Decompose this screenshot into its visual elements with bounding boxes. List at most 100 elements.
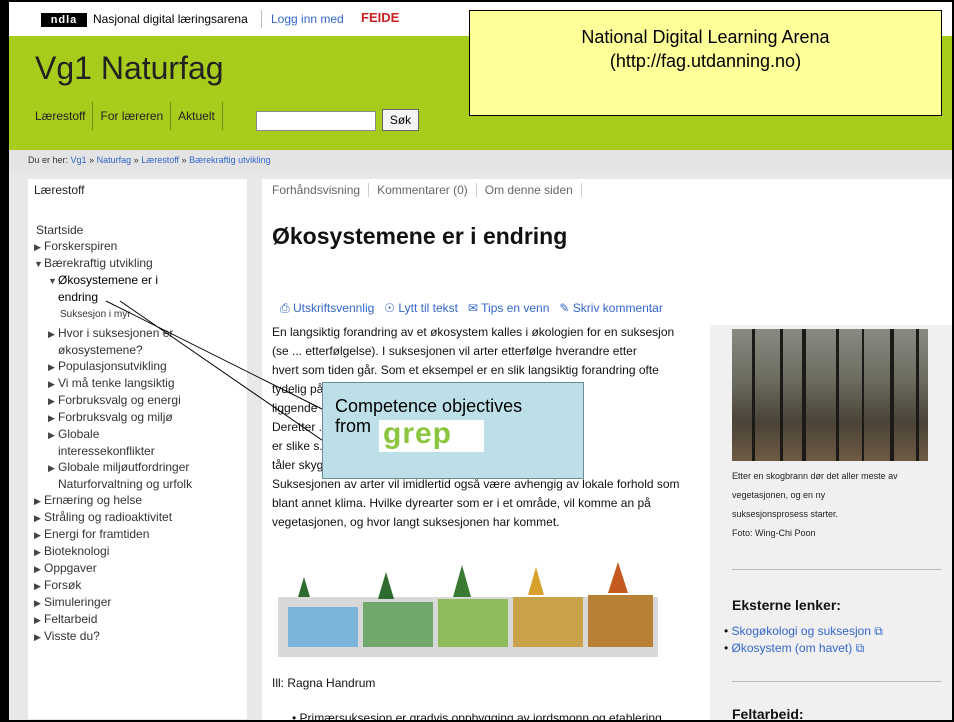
sidebar-item[interactable]: Naturforvaltning og urfolk bbox=[34, 476, 192, 492]
sidebar-item-label: Forskerspiren bbox=[44, 239, 118, 253]
triangle-down-icon: ▼ bbox=[34, 259, 43, 269]
illustration-caption: Ill: Ragna Handrum bbox=[272, 676, 376, 690]
listen-link[interactable]: ☉ Lytt til tekst bbox=[384, 301, 458, 316]
sidebar-item[interactable]: interessekonflikter bbox=[34, 443, 192, 459]
sidebar-item[interactable]: ▶ Simuleringer bbox=[34, 594, 192, 611]
triangle-right-icon: ▶ bbox=[34, 615, 41, 625]
sidebar-item[interactable]: ▶ Ernæring og helse bbox=[34, 492, 192, 509]
mail-icon: ✉ bbox=[467, 301, 482, 315]
sidebar-item-label: Visste du? bbox=[44, 629, 100, 643]
triangle-right-icon: ▶ bbox=[48, 329, 55, 339]
sidebar-item[interactable]: ▶ Forskerspiren bbox=[34, 238, 192, 255]
sidebar-item-label: Globale bbox=[58, 427, 100, 441]
sidebar-item[interactable]: ▶ Forbruksvalg og energi bbox=[34, 392, 192, 409]
list-item: • Primærsuksesjon er gradvis oppbygging … bbox=[292, 711, 662, 722]
sidebar-item-label: Suksesjon i myr bbox=[60, 309, 131, 320]
feide-logo[interactable]: FEIDE bbox=[361, 10, 399, 25]
sidebar-item[interactable]: ▼Økosystemene er i bbox=[34, 272, 192, 289]
sidebar-item[interactable]: ▶ Visste du? bbox=[34, 628, 192, 645]
page-title[interactable]: Vg1 Naturfag bbox=[35, 50, 224, 87]
sidebar-item-label: Naturforvaltning og urfolk bbox=[58, 477, 193, 491]
sidebar-item[interactable]: ▶ Oppgaver bbox=[34, 560, 192, 577]
breadcrumb-sep: » bbox=[133, 155, 139, 165]
sidebar-item-label: endring bbox=[58, 290, 99, 304]
nav-item-for-laereren[interactable]: For læreren bbox=[93, 109, 170, 123]
sidebar-item[interactable]: ▶ Hvor i suksesjonen er bbox=[34, 325, 192, 342]
triangle-right-icon: ▶ bbox=[48, 463, 55, 473]
print-link[interactable]: ⎙ Utskriftsvennlig bbox=[280, 301, 374, 316]
comment-link[interactable]: ✎ Skriv kommentar bbox=[559, 301, 662, 316]
triangle-right-icon: ▶ bbox=[34, 513, 41, 523]
search-button[interactable]: Søk bbox=[382, 109, 419, 131]
ndla-logo[interactable]: ndla bbox=[41, 13, 87, 27]
sidebar-item[interactable]: Suksesjon i myr bbox=[34, 305, 192, 325]
sidebar-item[interactable]: ▶ Forsøk bbox=[34, 577, 192, 594]
breadcrumb-link[interactable]: Bærekraftig utvikling bbox=[189, 155, 271, 165]
site-name: Nasjonal digital læringsarena bbox=[93, 12, 248, 26]
triangle-right-icon: ▶ bbox=[34, 242, 41, 252]
tab-about[interactable]: Om denne siden bbox=[477, 183, 582, 197]
external-link-icon: ⧉ bbox=[852, 641, 865, 655]
sidebar-item-label: Forbruksvalg og energi bbox=[58, 393, 181, 407]
nav-item-aktuelt[interactable]: Aktuelt bbox=[171, 109, 222, 123]
sidebar-item-label: Populasjonsutvikling bbox=[58, 359, 167, 373]
sidebar-item[interactable]: ▶ Globale bbox=[34, 426, 192, 443]
triangle-right-icon: ▶ bbox=[48, 430, 55, 440]
breadcrumb-link[interactable]: Naturfag bbox=[97, 155, 132, 165]
login-link[interactable]: Logg inn med bbox=[271, 12, 344, 26]
article-line: En langsiktig forandring av et økosystem… bbox=[272, 325, 675, 339]
triangle-right-icon: ▶ bbox=[48, 413, 55, 423]
sidebar: Lærestoff Startside ▶ Forskerspiren ▼Bærekr… bbox=[28, 179, 247, 719]
tip-friend-link[interactable]: ✉ Tips en venn bbox=[468, 301, 549, 316]
sidebar-item[interactable]: ▶ Energi for framtiden bbox=[34, 526, 192, 543]
sidebar-item-label: økosystemene? bbox=[58, 343, 143, 357]
sidebar-item[interactable]: ▶ Globale miljøutfordringer bbox=[34, 459, 192, 476]
sidebar-item-label: Ernæring og helse bbox=[44, 493, 143, 507]
top-bar-divider bbox=[261, 10, 262, 28]
search-input[interactable] bbox=[256, 111, 376, 131]
annotation-callout-grep: Competence objectives from grep bbox=[322, 382, 584, 479]
tab-preview[interactable]: Forhåndsvisning bbox=[272, 183, 370, 197]
sidebar-item[interactable]: ▶ Forbruksvalg og miljø bbox=[34, 409, 192, 426]
sidebar-item-label: Hvor i suksesjonen er bbox=[58, 326, 174, 340]
sidebar-item-label: Startside bbox=[36, 223, 84, 237]
external-link-icon: ⧉ bbox=[870, 624, 883, 638]
sidebar-item[interactable]: ▶ Stråling og radioaktivitet bbox=[34, 509, 192, 526]
sidebar-item[interactable]: økosystemene? bbox=[34, 342, 192, 358]
sidebar-item-label: Økosystemene er i bbox=[58, 273, 159, 287]
breadcrumb-link[interactable]: Vg1 bbox=[71, 155, 87, 165]
tab-comments[interactable]: Kommentarer (0) bbox=[369, 183, 477, 197]
breadcrumb-link[interactable]: Lærestoff bbox=[141, 155, 179, 165]
field-work-heading: Feltarbeid: bbox=[732, 706, 804, 722]
sidebar-item[interactable]: ▼Bærekraftig utvikling bbox=[34, 255, 192, 272]
triangle-right-icon: ▶ bbox=[48, 379, 55, 389]
triangle-right-icon: ▶ bbox=[34, 496, 41, 506]
triangle-right-icon: ▶ bbox=[48, 396, 55, 406]
triangle-right-icon: ▶ bbox=[34, 581, 41, 591]
annotation-line: (http://fag.utdanning.no) bbox=[609, 51, 802, 71]
triangle-right-icon: ▶ bbox=[34, 598, 41, 608]
sidebar-item-label: Forsøk bbox=[44, 578, 82, 592]
sidebar-item-label: Energi for framtiden bbox=[44, 527, 150, 541]
forest-fire-photo[interactable] bbox=[732, 329, 928, 461]
nav-divider bbox=[221, 102, 223, 130]
content-tabs: Forhåndsvisning Kommentarer (0) Om denne… bbox=[272, 183, 582, 197]
annotation-line: National Digital Learning Arena bbox=[581, 27, 830, 47]
external-link[interactable]: • Økosystem (om havet) ⧉ bbox=[724, 640, 883, 657]
sidebar-item[interactable]: ▶ Feltarbeid bbox=[34, 611, 192, 628]
sidebar-item[interactable]: ▶ Vi må tenke langsiktig bbox=[34, 375, 192, 392]
sidebar-item[interactable]: endring bbox=[34, 289, 192, 305]
triangle-down-icon: ▼ bbox=[48, 276, 57, 286]
triangle-right-icon: ▶ bbox=[34, 547, 41, 557]
photo-caption: Etter en skogbrann dør det aller meste a… bbox=[732, 471, 898, 538]
nav-item-laerestoff[interactable]: Lærestoff bbox=[35, 109, 92, 123]
sidebar-item-label: Bioteknologi bbox=[44, 544, 110, 558]
external-link[interactable]: • Skogøkologi og suksesjon ⧉ bbox=[724, 623, 883, 640]
sidebar-item[interactable]: ▶ Bioteknologi bbox=[34, 543, 192, 560]
screenshot-frame: ndla Nasjonal digital læringsarena Logg … bbox=[0, 0, 954, 722]
speaker-icon: ☉ bbox=[384, 301, 399, 315]
pencil-icon: ✎ bbox=[559, 301, 573, 315]
sidebar-item[interactable]: ▶ Populasjonsutvikling bbox=[34, 358, 192, 375]
sidebar-item[interactable]: Startside bbox=[34, 222, 192, 238]
sidebar-item-label: Vi må tenke langsiktig bbox=[58, 376, 175, 390]
